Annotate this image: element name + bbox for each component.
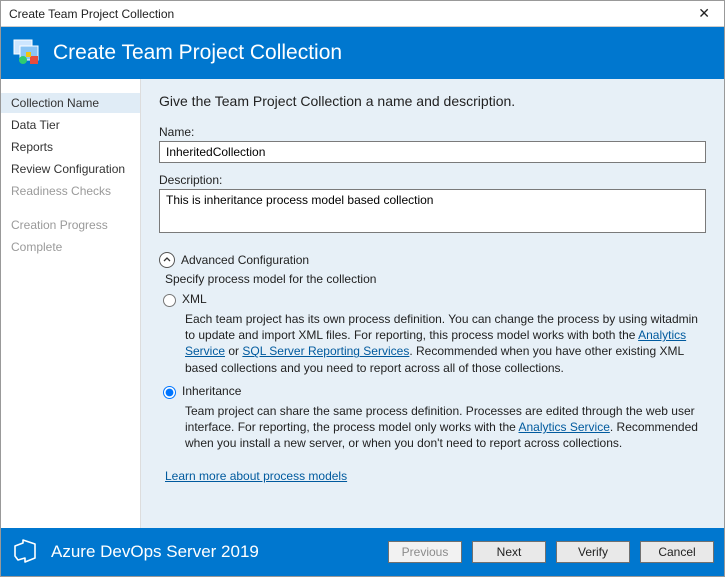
radio-inheritance[interactable]: Inheritance (163, 384, 706, 399)
link-learn-more[interactable]: Learn more about process models (165, 469, 347, 483)
wizard-sidebar: Collection Name Data Tier Reports Review… (1, 79, 141, 528)
radio-xml-label: XML (182, 292, 207, 306)
radio-inheritance-input[interactable] (163, 386, 176, 399)
name-label: Name: (159, 125, 706, 139)
footer-brand-text: Azure DevOps Server 2019 (51, 542, 259, 562)
radio-inheritance-label: Inheritance (182, 384, 241, 398)
wizard-header: Create Team Project Collection (1, 27, 724, 79)
sidebar-item-creation-progress: Creation Progress (1, 215, 140, 235)
sidebar-separator (1, 203, 140, 215)
close-icon[interactable]: ✕ (692, 5, 716, 22)
link-analytics-service-2[interactable]: Analytics Service (519, 420, 610, 434)
sidebar-item-review-configuration[interactable]: Review Configuration (1, 159, 140, 179)
specify-label: Specify process model for the collection (165, 272, 706, 286)
sidebar-item-complete: Complete (1, 237, 140, 257)
window-titlebar: Create Team Project Collection ✕ (1, 1, 724, 27)
link-ssrs[interactable]: SQL Server Reporting Services (242, 344, 409, 358)
radio-inheritance-description: Team project can share the same process … (185, 403, 706, 452)
radio-xml-description: Each team project has its own process de… (185, 311, 706, 376)
wizard-main-panel: Give the Team Project Collection a name … (141, 79, 724, 528)
wizard-title: Create Team Project Collection (53, 41, 342, 65)
advanced-configuration-label: Advanced Configuration (181, 253, 309, 267)
sidebar-item-collection-name[interactable]: Collection Name (1, 93, 140, 113)
radio-xml-input[interactable] (163, 294, 176, 307)
wizard-body: Collection Name Data Tier Reports Review… (1, 79, 724, 528)
advanced-configuration-toggle[interactable]: Advanced Configuration (159, 252, 706, 268)
cancel-button[interactable]: Cancel (640, 541, 714, 563)
wizard-footer: Azure DevOps Server 2019 Previous Next V… (1, 528, 724, 576)
page-heading: Give the Team Project Collection a name … (159, 93, 706, 109)
name-input[interactable] (159, 141, 706, 163)
chevron-up-icon (159, 252, 175, 268)
sidebar-item-data-tier[interactable]: Data Tier (1, 115, 140, 135)
window-title: Create Team Project Collection (9, 7, 174, 21)
footer-brand: Azure DevOps Server 2019 (11, 536, 378, 569)
previous-button[interactable]: Previous (388, 541, 462, 563)
description-label: Description: (159, 173, 706, 187)
verify-button[interactable]: Verify (556, 541, 630, 563)
radio-xml[interactable]: XML (163, 292, 706, 307)
next-button[interactable]: Next (472, 541, 546, 563)
process-model-radio-group: XML Each team project has its own proces… (159, 292, 706, 451)
sidebar-item-readiness-checks: Readiness Checks (1, 181, 140, 201)
collection-icon (13, 39, 43, 67)
azure-devops-icon (11, 536, 41, 569)
description-input[interactable]: This is inheritance process model based … (159, 189, 706, 233)
sidebar-item-reports[interactable]: Reports (1, 137, 140, 157)
